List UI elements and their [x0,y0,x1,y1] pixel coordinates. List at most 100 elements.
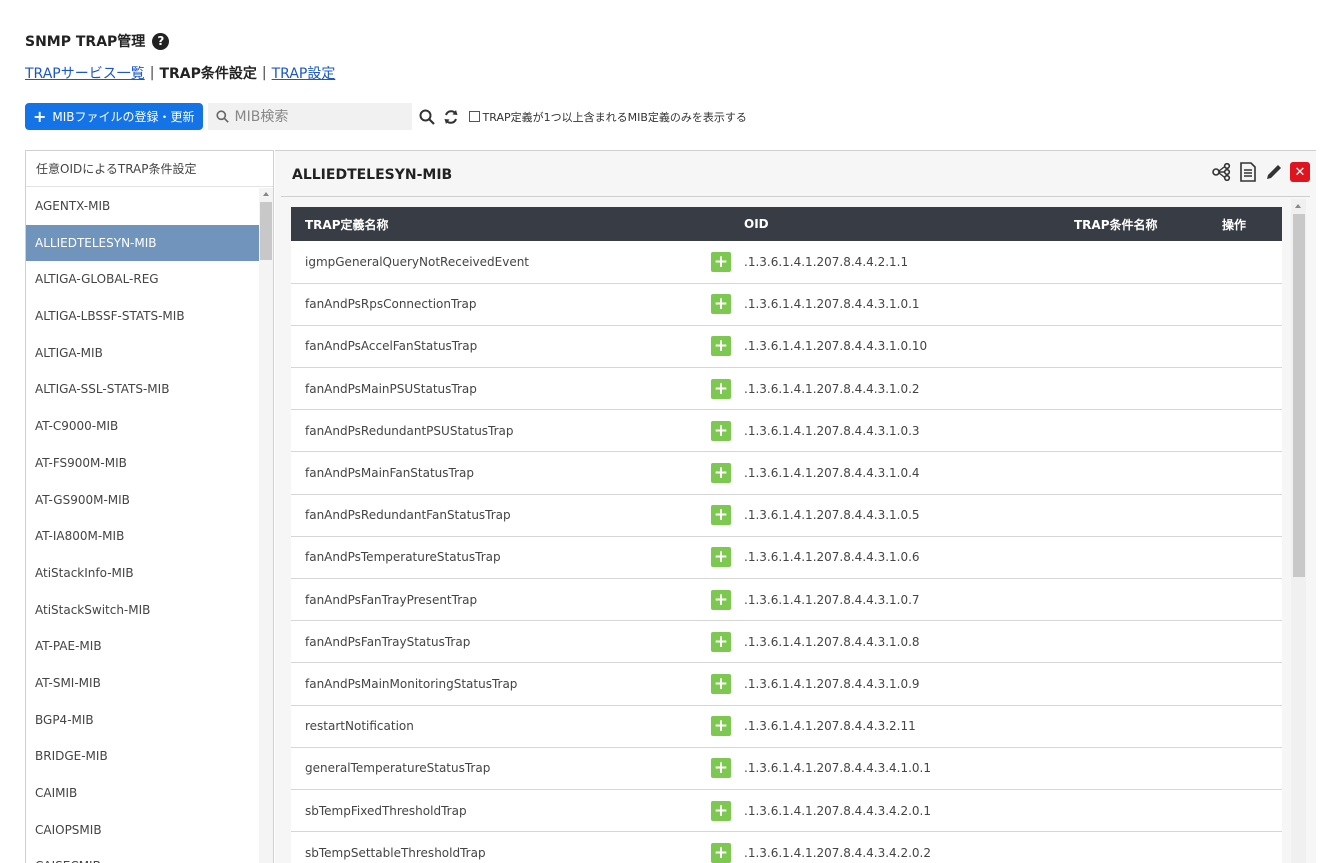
condition-cell [1074,325,1222,369]
mib-list-item[interactable]: ALTIGA-MIB [26,335,259,372]
trap-name-cell: generalTemperatureStatusTrap [291,747,711,790]
mib-list-item[interactable]: AT-GS900M-MIB [26,482,259,519]
table-row: fanAndPsRedundantFanStatusTrap + .1.3.6.1.… [291,494,1282,537]
mib-list-item[interactable]: CAIMIB [26,775,259,812]
trap-name-cell: igmpGeneralQueryNotReceivedEvent [291,241,711,284]
add-condition-icon[interactable]: + [711,294,731,315]
arbitrary-oid-item[interactable]: 任意OIDによるTRAP条件設定 [26,151,273,187]
help-icon[interactable]: ? [152,32,170,50]
mib-list-item[interactable]: AT-IA800M-MIB [26,518,259,555]
oid-cell: .1.3.6.1.4.1.207.8.4.4.3.1.0.4 [744,451,1074,495]
add-condition-icon[interactable]: + [711,842,731,863]
add-condition-icon[interactable]: + [711,800,731,821]
trap-table-scrollbar[interactable] [1291,199,1306,863]
trap-name-cell: sbTempFixedThresholdTrap [291,789,711,833]
table-row: fanAndPsAccelFanStatusTrap + .1.3.6.1.4.1.… [291,325,1282,369]
mib-list-scrollbar[interactable] [259,188,273,863]
mib-list-item[interactable]: AtiStackInfo-MIB [26,555,259,592]
add-condition-icon[interactable]: + [711,336,731,357]
operation-cell [1222,831,1282,863]
table-row: generalTemperatureStatusTrap + .1.3.6.1.4.… [291,747,1282,790]
table-row: restartNotification + .1.3.6.1.4.1.207.8.4… [291,705,1282,748]
add-condition-icon[interactable]: + [711,251,731,272]
mib-list-item[interactable]: BGP4-MIB [26,702,259,739]
mib-list-item[interactable]: AT-C9000-MIB [26,408,259,445]
search-icon[interactable] [419,109,435,125]
operation-cell [1222,367,1282,411]
scrollbar-thumb[interactable] [260,202,272,260]
scroll-up-arrow-icon[interactable] [263,192,269,196]
filter-checkbox-row[interactable]: TRAP定義が1つ以上含まれるMIB定義のみを表示する [468,109,747,125]
mib-list-item[interactable]: AT-FS900M-MIB [26,445,259,482]
trap-condition-current: TRAP条件設定 [159,66,257,82]
oid-cell: .1.3.6.1.4.1.207.8.4.4.3.4.2.0.1 [744,789,1074,833]
mib-search-input[interactable] [234,108,405,125]
mib-list-item[interactable]: BRIDGE-MIB [26,738,259,775]
add-condition-icon[interactable]: + [711,631,731,652]
add-condition-icon[interactable]: + [711,378,731,399]
mib-list-item[interactable]: ALTIGA-GLOBAL-REG [26,261,259,298]
trap-name-cell: fanAndPsFanTrayStatusTrap [291,620,711,664]
condition-cell [1074,409,1222,453]
trap-name-cell: sbTempSettableThresholdTrap [291,831,711,863]
document-icon[interactable] [1238,162,1258,182]
oid-cell: .1.3.6.1.4.1.207.8.4.4.3.2.11 [744,705,1074,748]
column-header-oid[interactable]: OID [744,207,1074,241]
trap-name-cell: fanAndPsRedundantFanStatusTrap [291,494,711,537]
condition-cell [1074,578,1222,622]
table-row: fanAndPsTemperatureStatusTrap + .1.3.6.1.4… [291,536,1282,580]
trap-name-cell: fanAndPsMainMonitoringStatusTrap [291,662,711,706]
scrollbar-thumb[interactable] [1293,214,1305,577]
add-condition-icon[interactable]: + [711,589,731,610]
add-condition-icon[interactable]: + [711,716,731,737]
mib-list-item[interactable]: ALLIEDTELESYN-MIB [26,224,259,262]
trap-name-cell: restartNotification [291,705,711,748]
delete-icon[interactable]: ✕ [1290,162,1310,182]
condition-cell [1074,536,1222,580]
add-cell: + [711,409,744,453]
refresh-icon[interactable] [443,109,459,125]
edit-pencil-icon[interactable] [1264,162,1284,182]
add-condition-icon[interactable]: + [711,673,731,694]
add-condition-icon[interactable]: + [711,463,731,484]
operation-cell [1222,662,1282,706]
filter-checkbox-label: TRAP定義が1つ以上含まれるMIB定義のみを表示する [482,110,747,124]
operation-cell [1222,747,1282,790]
trap-service-list-link[interactable]: TRAPサービス一覧 [25,63,145,83]
column-header-trap-name[interactable]: TRAP定義名称 [291,207,711,241]
add-condition-icon[interactable]: + [711,420,731,441]
operation-cell [1222,409,1282,453]
condition-cell [1074,451,1222,495]
table-row: sbTempSettableThresholdTrap + .1.3.6.1.4.1… [291,831,1282,863]
oid-cell: .1.3.6.1.4.1.207.8.4.4.3.1.0.5 [744,494,1074,537]
operation-cell [1222,241,1282,284]
mib-list-item[interactable]: ALTIGA-LBSSF-STATS-MIB [26,298,259,335]
operation-cell [1222,283,1282,326]
mib-list-item[interactable]: CAIOPSMIB [26,812,259,849]
mib-list-item[interactable]: AGENTX-MIB [26,188,259,225]
operation-cell [1222,620,1282,664]
page-title: SNMP TRAP管理 ? [25,31,170,51]
oid-cell: .1.3.6.1.4.1.207.8.4.4.2.1.1 [744,241,1074,284]
add-condition-icon[interactable]: + [711,505,731,526]
operation-cell [1222,451,1282,495]
register-mib-button[interactable]: + MIBファイルの登録・更新 [25,103,203,130]
operation-cell [1222,578,1282,622]
column-header-condition[interactable]: TRAP条件名称 [1074,207,1222,241]
table-row: sbTempFixedThresholdTrap + .1.3.6.1.4.1.20… [291,789,1282,833]
mib-list-item[interactable]: AT-PAE-MIB [26,628,259,665]
trap-settings-link[interactable]: TRAP設定 [272,63,336,83]
mib-list-item[interactable]: AtiStackSwitch-MIB [26,592,259,629]
scroll-up-arrow-icon[interactable] [1295,204,1301,208]
oid-cell: .1.3.6.1.4.1.207.8.4.4.3.4.2.0.2 [744,831,1074,863]
add-condition-icon[interactable]: + [711,758,731,779]
oid-cell: .1.3.6.1.4.1.207.8.4.4.3.4.1.0.1 [744,747,1074,790]
mib-list-item[interactable]: AT-SMI-MIB [26,665,259,702]
tree-structure-icon[interactable] [1212,162,1232,182]
table-row: fanAndPsMainPSUStatusTrap + .1.3.6.1.4.1.2… [291,367,1282,411]
oid-cell: .1.3.6.1.4.1.207.8.4.4.3.1.0.6 [744,536,1074,580]
mib-list-item[interactable]: CAISECMIB [26,848,259,863]
add-condition-icon[interactable]: + [711,547,731,568]
mib-list-item[interactable]: ALTIGA-SSL-STATS-MIB [26,371,259,408]
filter-checkbox[interactable] [468,111,480,122]
